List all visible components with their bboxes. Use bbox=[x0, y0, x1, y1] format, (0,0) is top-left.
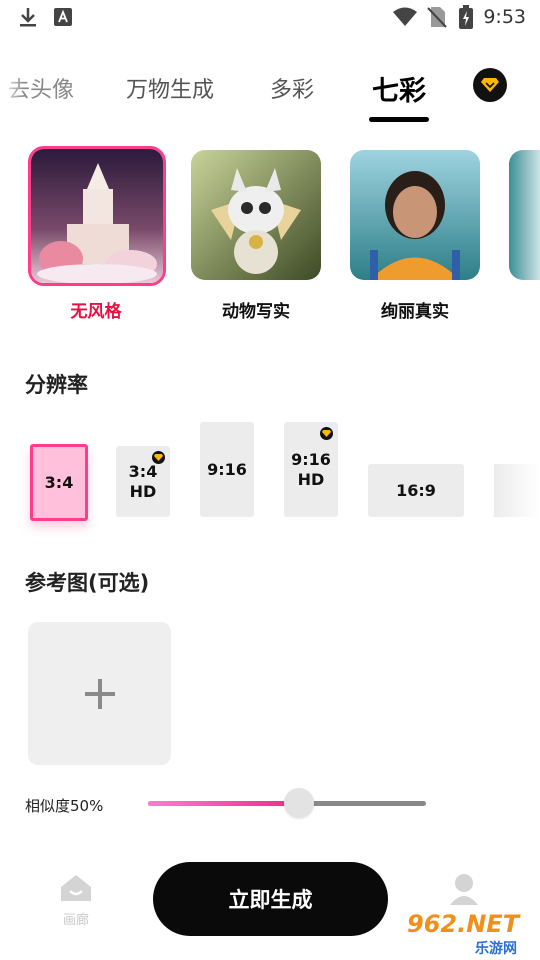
style-label-animal-realistic: 动物写实 bbox=[222, 302, 290, 322]
no-sim-icon bbox=[427, 7, 447, 28]
diamond-icon bbox=[481, 78, 499, 92]
res-option-label: 9:16 bbox=[207, 459, 247, 479]
res-option-label: 16:9 bbox=[396, 480, 436, 500]
generate-button[interactable]: 立即生成 bbox=[153, 862, 388, 936]
style-card-no-style[interactable] bbox=[28, 146, 166, 286]
style-label-no-style: 无风格 bbox=[70, 302, 122, 322]
style-card-partial[interactable] bbox=[509, 150, 540, 280]
nav-profile[interactable] bbox=[434, 873, 494, 909]
similarity-label: 相似度50% bbox=[25, 797, 104, 815]
style-tab-bar: 去头像 万物生成 多彩 七彩 bbox=[0, 60, 540, 130]
profile-icon bbox=[450, 874, 478, 905]
res-option-partial[interactable] bbox=[494, 464, 540, 517]
battery-charging-icon bbox=[459, 5, 473, 29]
vip-diamond-icon bbox=[320, 427, 333, 440]
style-card-animal-realistic[interactable] bbox=[191, 150, 321, 280]
home-icon bbox=[61, 875, 91, 901]
res-option-label: 3:4 bbox=[128, 461, 158, 481]
castle-image bbox=[31, 149, 163, 283]
res-option-hd: HD bbox=[297, 469, 325, 489]
vip-button[interactable] bbox=[473, 68, 507, 102]
vip-diamond-icon bbox=[152, 451, 165, 464]
res-option-16-9[interactable]: 16:9 bbox=[368, 464, 464, 517]
status-time: 9:53 bbox=[483, 6, 526, 28]
nav-gallery-label: 画廊 bbox=[62, 913, 89, 928]
creature-image bbox=[191, 150, 321, 280]
tab-seven-colors[interactable]: 七彩 bbox=[372, 69, 426, 108]
watermark-brand: 962.NET bbox=[407, 910, 520, 938]
res-option-3-4[interactable]: 3:4 bbox=[30, 444, 88, 521]
tab-colorful[interactable]: 多彩 bbox=[270, 72, 314, 104]
similarity-slider-fill bbox=[148, 801, 287, 806]
res-option-label: 9:16 bbox=[291, 449, 331, 469]
tab-universal[interactable]: 万物生成 bbox=[126, 72, 214, 104]
tab-fade bbox=[0, 66, 24, 106]
status-bar: 9:53 bbox=[0, 0, 540, 36]
res-option-label: 3:4 bbox=[44, 472, 74, 492]
wifi-icon bbox=[393, 7, 417, 26]
nav-gallery[interactable]: 画廊 bbox=[46, 873, 106, 928]
font-app-icon bbox=[54, 8, 72, 26]
plus-icon bbox=[85, 679, 115, 709]
style-card-gorgeous-realistic[interactable] bbox=[350, 150, 480, 280]
reference-title: 参考图(可选) bbox=[25, 571, 150, 595]
add-reference-button[interactable] bbox=[28, 622, 171, 765]
res-option-9-16-hd[interactable]: 9:16 HD bbox=[284, 422, 338, 517]
res-option-hd: HD bbox=[129, 481, 157, 501]
watermark-sub: 乐游网 bbox=[475, 941, 517, 957]
site-watermark: 962.NET 乐游网 bbox=[403, 910, 536, 957]
res-option-3-4-hd[interactable]: 3:4 HD bbox=[116, 446, 170, 517]
style-label-gorgeous-realistic: 绚丽真实 bbox=[381, 302, 449, 322]
active-tab-indicator bbox=[369, 117, 429, 122]
res-option-9-16[interactable]: 9:16 bbox=[200, 422, 254, 517]
download-icon bbox=[20, 8, 36, 27]
similarity-slider-thumb[interactable] bbox=[284, 788, 314, 818]
portrait-image bbox=[350, 150, 480, 280]
resolution-title: 分辨率 bbox=[25, 373, 88, 397]
